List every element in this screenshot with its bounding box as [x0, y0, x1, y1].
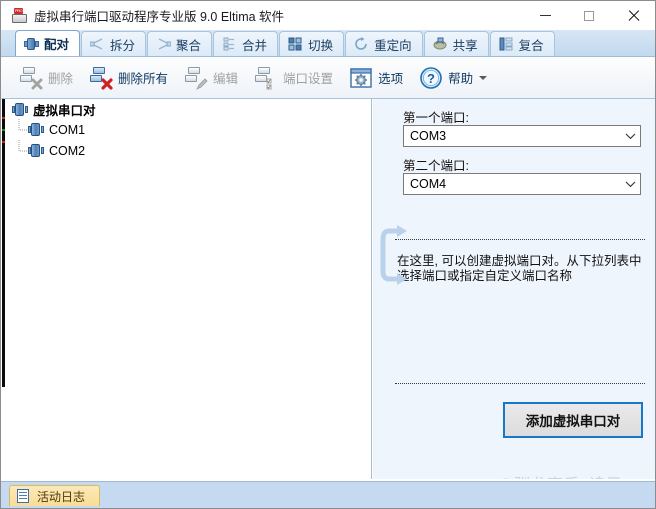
ribbon-tab-strip: 配对 拆分 聚合 合并 切换 重定向 共享 复合: [1, 30, 655, 57]
activity-log-label: 活动日志: [37, 489, 86, 504]
svg-text:?: ?: [427, 71, 435, 86]
toolbar-help-label: 帮助: [448, 72, 474, 86]
second-port-combobox[interactable]: COM4: [403, 173, 641, 195]
tab-switch-label: 切换: [308, 38, 334, 53]
chevron-down-icon[interactable]: [620, 180, 640, 188]
tab-bundle[interactable]: 复合: [489, 31, 555, 56]
first-port-label: 第一个端口:: [403, 111, 469, 125]
add-virtual-pair-label: 添加虚拟串口对: [525, 414, 621, 429]
port-tree-panel[interactable]: 虚拟串口对 COM1 COM2: [6, 99, 372, 481]
tab-share[interactable]: 共享: [423, 31, 489, 56]
first-port-combobox[interactable]: COM3: [403, 125, 641, 147]
toolbar: 删除 删除所有 编辑 端口设置 选项 ? 帮助: [1, 57, 655, 99]
tab-pair[interactable]: 配对: [15, 30, 81, 56]
tab-bundle-label: 复合: [518, 38, 544, 53]
activity-log-tab[interactable]: 活动日志: [9, 485, 101, 506]
activity-log-icon: [16, 489, 30, 503]
help-question-icon: ?: [419, 66, 443, 90]
separator-bottom: [395, 383, 645, 384]
pencil-overlay-icon: [196, 77, 208, 90]
close-button[interactable]: [611, 1, 655, 30]
minimize-button[interactable]: [523, 1, 567, 30]
maximize-icon: [584, 10, 594, 21]
gutter-marker-green: [2, 129, 5, 131]
com-port-icon: [28, 122, 44, 137]
status-bar: 活动日志: [1, 481, 655, 508]
toolbar-options-label: 选项: [378, 72, 404, 86]
app-icon: PRO: [11, 7, 27, 24]
redirect-icon: [354, 37, 369, 51]
second-port-label: 第二个端口:: [403, 159, 469, 173]
toolbar-options-button[interactable]: 选项: [341, 61, 411, 95]
tab-split-label: 拆分: [110, 38, 136, 53]
com-port-icon: [28, 143, 44, 158]
tab-share-label: 共享: [452, 38, 478, 53]
toolbar-port-settings-button[interactable]: 端口设置: [246, 61, 341, 95]
merge-icon: [222, 37, 237, 51]
title-bar: PRO 虚拟串行端口驱动程序专业版 9.0 Eltima 软件: [1, 1, 655, 30]
toolbar-port-settings-label: 端口设置: [283, 72, 334, 86]
delete-all-ports-icon: [89, 66, 113, 90]
tab-pair-label: 配对: [44, 38, 70, 52]
port-settings-icon: [254, 66, 278, 90]
window-title: 虚拟串行端口驱动程序专业版 9.0 Eltima 软件: [34, 10, 285, 24]
minimize-icon: [539, 15, 551, 16]
tab-join-label: 聚合: [176, 38, 202, 53]
tab-switch[interactable]: 切换: [279, 31, 345, 56]
join-icon: [156, 37, 172, 51]
tab-redirect-label: 重定向: [374, 38, 412, 53]
panel-description: 在这里, 可以创建虚拟端口对。从下拉列表中选择端口或指定自定义端口名称: [397, 254, 642, 283]
tree-root-virtual-port-pair[interactable]: 虚拟串口对: [6, 99, 371, 119]
bracket-arrow-connector-icon: [380, 225, 407, 285]
virtual-port-pair-icon: [12, 102, 28, 117]
edit-port-icon: [184, 66, 208, 90]
options-gear-icon: [349, 66, 373, 90]
switch-icon: [288, 37, 303, 51]
close-icon: [627, 9, 640, 22]
toolbar-delete-label: 删除: [48, 72, 74, 86]
tree-item-com1-label: COM1: [49, 122, 86, 137]
first-port-value: COM3: [410, 129, 447, 143]
checklist-overlay-icon: [266, 78, 272, 89]
delete-port-icon: [19, 66, 43, 90]
toolbar-help-button[interactable]: ? 帮助: [411, 61, 495, 95]
gray-x-overlay-icon: [31, 78, 43, 89]
tab-merge-label: 合并: [242, 38, 268, 53]
bundle-icon: [499, 37, 514, 51]
pair-config-panel: 第一个端口: COM3 第二个端口: COM4 在这里, 可以创建虚拟端口对。从…: [373, 99, 655, 481]
tree-item-com2-label: COM2: [49, 143, 86, 158]
tab-redirect[interactable]: 重定向: [345, 31, 423, 56]
separator-top: [395, 239, 645, 240]
port-pair-icon: [24, 37, 39, 51]
window-controls: [523, 1, 655, 30]
tab-join[interactable]: 聚合: [147, 31, 213, 56]
chevron-down-icon[interactable]: [479, 75, 488, 80]
toolbar-delete-button[interactable]: 删除: [11, 61, 81, 95]
tree-elbow-icon: [18, 140, 27, 152]
red-x-overlay-icon: [101, 77, 113, 90]
chevron-down-icon[interactable]: [620, 132, 640, 140]
tree-item-com1[interactable]: COM1: [6, 119, 371, 140]
toolbar-edit-label: 编辑: [213, 72, 239, 86]
toolbar-delete-all-label: 删除所有: [118, 72, 169, 86]
tab-merge[interactable]: 合并: [213, 31, 279, 56]
main-content: 虚拟串口对 COM1 COM2 第一个端口: COM3 第二个端口: COM4 …: [1, 99, 655, 508]
split-icon: [90, 37, 105, 51]
tab-split[interactable]: 拆分: [81, 31, 147, 56]
add-virtual-pair-button[interactable]: 添加虚拟串口对: [503, 402, 643, 438]
second-port-value: COM4: [410, 177, 447, 191]
maximize-button[interactable]: [567, 1, 611, 30]
tree-item-com2[interactable]: COM2: [6, 140, 371, 161]
gutter-marker-red-2: [2, 141, 5, 143]
tree-elbow-icon: [18, 119, 27, 131]
gutter-marker-red-1: [2, 117, 5, 119]
tree-root-label: 虚拟串口对: [33, 103, 96, 118]
application-window: PRO 虚拟串行端口驱动程序专业版 9.0 Eltima 软件 配对 拆分 聚合…: [0, 0, 656, 509]
share-icon: [433, 37, 448, 51]
toolbar-edit-button[interactable]: 编辑: [176, 61, 246, 95]
toolbar-delete-all-button[interactable]: 删除所有: [81, 61, 176, 95]
